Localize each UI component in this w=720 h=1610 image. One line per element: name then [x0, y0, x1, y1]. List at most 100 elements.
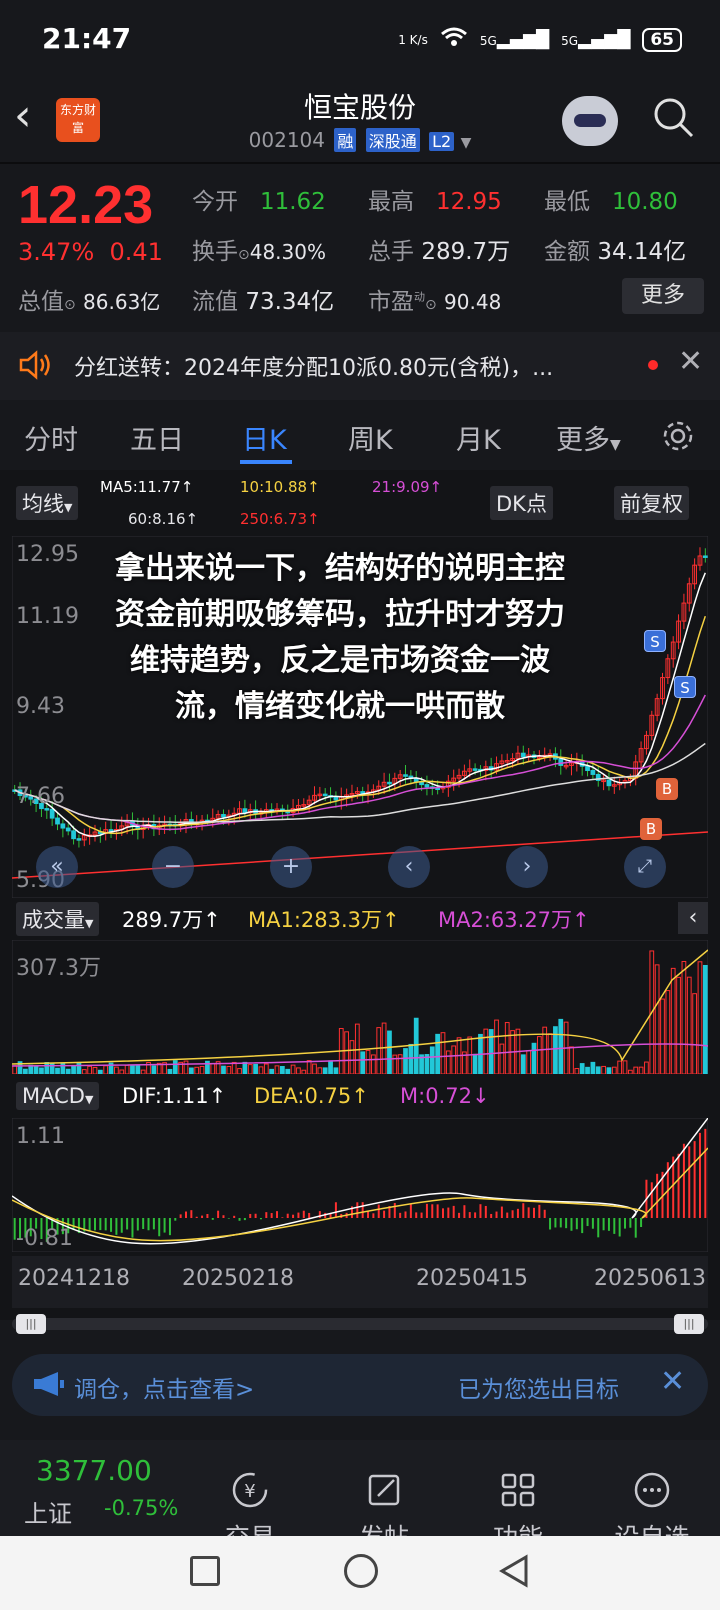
- range-slider-track[interactable]: [12, 1318, 708, 1330]
- volume-bar: [670, 967, 676, 1074]
- volume-bar: [590, 1061, 596, 1074]
- x-label-4: 20250613: [594, 1266, 706, 1291]
- volume-bar: [301, 1069, 307, 1074]
- macd-m: M:0.72↓: [400, 1084, 490, 1108]
- volume-bar: [445, 1050, 451, 1074]
- index-value[interactable]: 3377.00: [36, 1454, 152, 1487]
- volume-bar: [349, 1040, 355, 1074]
- volume-bar: [686, 976, 692, 1074]
- volume-bar: [103, 1065, 109, 1074]
- index-change: -0.75%: [104, 1496, 179, 1520]
- recent-apps-icon[interactable]: [190, 1556, 220, 1586]
- volume-bar: [638, 1066, 644, 1074]
- candle-body: [590, 770, 596, 775]
- close-icon[interactable]: ✕: [678, 344, 703, 379]
- volume-bar: [135, 1064, 141, 1074]
- assistant-robot-icon[interactable]: [562, 96, 618, 146]
- rebalance-banner[interactable]: 调仓，点击查看> 已为您选出目标 ✕: [12, 1354, 708, 1416]
- tab-daily-k[interactable]: 日K: [242, 418, 287, 457]
- macd-indicator-select[interactable]: MACD▼: [16, 1082, 100, 1110]
- volume-bar: [483, 1028, 489, 1074]
- x-label-2: 20250218: [182, 1266, 294, 1291]
- period-tabs: 分时 五日 日K 周K 月K 更多▼: [0, 404, 720, 468]
- dk-point-button[interactable]: DK点: [490, 486, 553, 520]
- volume-bar: [595, 1066, 601, 1074]
- next-icon[interactable]: ›: [506, 846, 548, 888]
- rewind-icon[interactable]: «: [36, 846, 78, 888]
- sell-marker[interactable]: S: [674, 676, 696, 698]
- caption-line-1: 拿出来说一下，结构好的说明主控: [115, 551, 565, 586]
- volume-bar: [188, 1067, 194, 1074]
- volume-value: 289.7万↑: [122, 908, 221, 932]
- tag-l2: L2: [429, 132, 455, 151]
- volume-bar: [306, 1060, 312, 1074]
- volume-bar: [263, 1063, 269, 1074]
- volume-bar: [114, 1066, 119, 1074]
- amount-field: 金额 34.14亿: [544, 239, 687, 265]
- search-icon[interactable]: [652, 96, 694, 138]
- tab-intraday[interactable]: 分时: [24, 418, 78, 457]
- volume-bar: [333, 1067, 339, 1074]
- prev-icon[interactable]: ‹: [388, 846, 430, 888]
- zoom-out-icon[interactable]: −: [152, 846, 194, 888]
- volume-bar: [654, 964, 660, 1074]
- system-nav-bar: [0, 1536, 720, 1610]
- battery-icon: 65: [642, 27, 682, 52]
- volume-bar: [360, 1051, 366, 1074]
- collapse-panel-icon[interactable]: ‹: [678, 902, 708, 934]
- zoom-in-icon[interactable]: +: [270, 846, 312, 888]
- volume-bar: [296, 1067, 301, 1074]
- unread-dot: [648, 360, 658, 370]
- close-icon[interactable]: ✕: [660, 1364, 685, 1399]
- fullscreen-icon[interactable]: ⤢: [624, 846, 666, 888]
- volume-bar: [119, 1069, 125, 1074]
- more-button[interactable]: 更多: [622, 278, 704, 314]
- megaphone-icon: [32, 1370, 66, 1402]
- volume-bar: [365, 1049, 371, 1074]
- volume-bar: [413, 1017, 419, 1074]
- adjust-button[interactable]: 前复权: [614, 486, 689, 520]
- notice-text: 分红送转：2024年度分配10派0.80元(含税)，...: [74, 356, 554, 381]
- back-nav-icon[interactable]: [498, 1554, 530, 1592]
- sell-marker[interactable]: S: [644, 630, 666, 652]
- tab-monthly-k[interactable]: 月K: [456, 418, 501, 457]
- ma10-label: 10:10.88↑: [240, 478, 320, 496]
- home-icon[interactable]: [344, 1554, 378, 1588]
- volume-bar: [55, 1067, 60, 1074]
- current-price: 12.23: [18, 175, 154, 235]
- caption-overlay: 拿出来说一下，结构好的说明主控 资金前期吸够筹码，拉升时才努力 维持趋势，反之是…: [60, 546, 620, 730]
- dividend-notice[interactable]: 分红送转：2024年度分配10派0.80元(含税)，... ✕: [0, 332, 720, 400]
- candle-body: [60, 823, 66, 829]
- settings-gear-icon[interactable]: [660, 418, 696, 458]
- volume-bar: [676, 976, 681, 1074]
- range-slider-right-handle[interactable]: |||: [674, 1314, 704, 1334]
- tab-more[interactable]: 更多▼: [556, 418, 621, 457]
- volume-bar: [23, 1068, 28, 1074]
- status-icons: 1 K/s 5G▂▄▆█ 5G▂▄▆█ 65: [398, 26, 682, 53]
- volume-bar: [279, 1066, 285, 1074]
- volume-bar: [12, 1065, 18, 1074]
- candle-body: [242, 808, 248, 814]
- volume-bar: [140, 1069, 146, 1074]
- index-name[interactable]: 上证: [24, 1494, 72, 1529]
- tab-five-day[interactable]: 五日: [130, 418, 184, 457]
- volume-bar: [531, 1042, 537, 1074]
- low-field: 最低 10.80: [544, 189, 678, 215]
- volume-bar: [312, 1063, 317, 1074]
- volume-indicator-select[interactable]: 成交量▼: [16, 902, 100, 936]
- volume-bar: [387, 1030, 392, 1074]
- buy-marker[interactable]: B: [656, 778, 678, 800]
- ma-indicator-select[interactable]: 均线▼: [16, 486, 79, 520]
- svg-text:¥: ¥: [244, 1481, 255, 1502]
- buy-marker[interactable]: B: [640, 818, 662, 840]
- price-change: 3.47% 0.41: [18, 238, 163, 266]
- volume-bar: [151, 1065, 157, 1074]
- range-slider-left-handle[interactable]: |||: [16, 1314, 46, 1334]
- volume-bar: [585, 1066, 590, 1074]
- volume-bar: [183, 1060, 189, 1074]
- volume-bar: [702, 964, 708, 1074]
- tab-weekly-k[interactable]: 周K: [348, 418, 393, 457]
- chevron-down-icon: ▼: [460, 135, 472, 151]
- volume-bar: [253, 1063, 258, 1074]
- yuan-coin-icon: ¥: [200, 1470, 300, 1514]
